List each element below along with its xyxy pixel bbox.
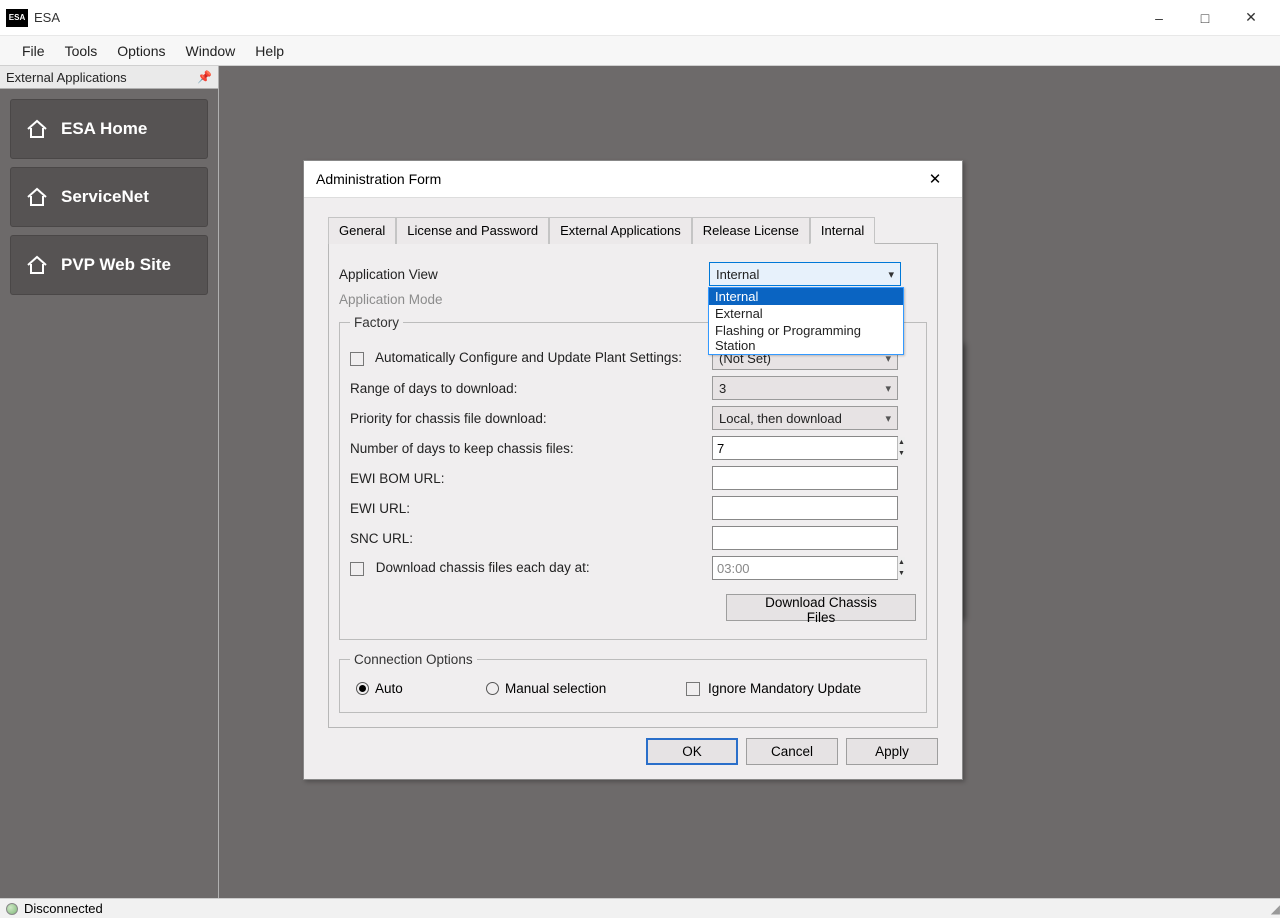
factory-legend: Factory: [350, 315, 403, 330]
keep-days-input[interactable]: [713, 441, 897, 456]
range-days-value: 3: [719, 381, 726, 396]
auto-radio[interactable]: [356, 682, 369, 695]
application-view-value: Internal: [716, 267, 759, 282]
ewi-url-label: EWI URL:: [350, 501, 712, 516]
spin-down-icon[interactable]: ▼: [898, 568, 905, 579]
spin-up-icon[interactable]: ▲: [898, 437, 905, 448]
ewi-bom-input[interactable]: [712, 466, 898, 490]
menu-help[interactable]: Help: [245, 36, 294, 66]
tab-strip: General License and Password External Ap…: [328, 216, 938, 244]
auto-configure-label: Automatically Configure and Update Plant…: [350, 350, 712, 365]
home-icon: [25, 118, 49, 140]
keep-days-spinner[interactable]: ▲▼: [712, 436, 898, 460]
spin-down-icon[interactable]: ▼: [898, 448, 905, 459]
panel-header: External Applications 📌: [0, 66, 218, 89]
menubar: File Tools Options Window Help: [0, 36, 1280, 66]
sidebar-item-label: ESA Home: [61, 119, 147, 139]
ignore-update-checkbox[interactable]: [686, 682, 700, 696]
ok-button[interactable]: OK: [646, 738, 738, 765]
sidebar-item-pvp-web-site[interactable]: PVP Web Site: [10, 235, 208, 295]
connection-options-fieldset: Connection Options Auto Manual selection: [339, 652, 927, 713]
menu-tools[interactable]: Tools: [55, 36, 108, 66]
auto-configure-checkbox[interactable]: [350, 352, 364, 366]
sidebar-item-label: PVP Web Site: [61, 255, 171, 275]
administration-form-dialog: Administration Form ✕ General License an…: [303, 160, 963, 780]
connection-options-legend: Connection Options: [350, 652, 477, 667]
tab-content-internal: Application View Internal ▾ Internal Ext…: [328, 244, 938, 728]
tab-license[interactable]: License and Password: [396, 217, 549, 244]
chevron-down-icon: ▾: [885, 382, 891, 395]
cancel-button[interactable]: Cancel: [746, 738, 838, 765]
menu-file[interactable]: File: [12, 36, 55, 66]
menu-window[interactable]: Window: [176, 36, 246, 66]
statusbar: Disconnected ◢: [0, 898, 1280, 918]
range-days-select[interactable]: 3 ▾: [712, 376, 898, 400]
snc-url-label: SNC URL:: [350, 531, 712, 546]
chevron-down-icon: ▾: [888, 268, 894, 281]
priority-label: Priority for chassis file download:: [350, 411, 712, 426]
download-each-text: Download chassis files each day at:: [376, 560, 590, 575]
home-icon: [25, 254, 49, 276]
factory-fieldset: Factory Automatically Configure and Upda…: [339, 315, 927, 640]
apply-button[interactable]: Apply: [846, 738, 938, 765]
minimize-button[interactable]: –: [1136, 2, 1182, 34]
auto-radio-label: Auto: [375, 681, 403, 696]
priority-value: Local, then download: [719, 411, 842, 426]
menu-options[interactable]: Options: [107, 36, 175, 66]
close-button[interactable]: ✕: [1228, 2, 1274, 34]
range-days-label: Range of days to download:: [350, 381, 712, 396]
auto-configure-text: Automatically Configure and Update Plant…: [375, 350, 682, 365]
sidebar-panel: External Applications 📌 ESA Home Service…: [0, 66, 219, 898]
tab-release[interactable]: Release License: [692, 217, 810, 244]
tab-external[interactable]: External Applications: [549, 217, 692, 244]
app-title: ESA: [34, 10, 60, 25]
keep-days-label: Number of days to keep chassis files:: [350, 441, 712, 456]
dialog-title: Administration Form: [316, 171, 441, 187]
status-text: Disconnected: [24, 901, 103, 916]
manual-radio-label: Manual selection: [505, 681, 606, 696]
download-chassis-files-button[interactable]: Download Chassis Files: [726, 594, 916, 621]
download-time-spinner[interactable]: ▲▼: [712, 556, 898, 580]
application-view-dropdown[interactable]: Internal ▾ Internal External Flashing or…: [709, 262, 901, 286]
sidebar-item-label: ServiceNet: [61, 187, 149, 207]
app-logo-icon: ESA: [6, 9, 28, 27]
sidebar-item-servicenet[interactable]: ServiceNet: [10, 167, 208, 227]
download-each-label: Download chassis files each day at:: [350, 560, 712, 575]
ewi-bom-label: EWI BOM URL:: [350, 471, 712, 486]
ignore-update-label: Ignore Mandatory Update: [708, 681, 861, 696]
status-indicator-icon: [6, 903, 18, 915]
dropdown-option-flashing[interactable]: Flashing or Programming Station: [709, 322, 903, 354]
resize-grip-icon[interactable]: ◢: [1271, 902, 1278, 916]
snc-url-input[interactable]: [712, 526, 898, 550]
dropdown-option-internal[interactable]: Internal: [709, 288, 903, 305]
pin-icon[interactable]: 📌: [197, 70, 212, 84]
sidebar-item-esa-home[interactable]: ESA Home: [10, 99, 208, 159]
dialog-titlebar: Administration Form ✕: [304, 161, 962, 198]
tab-internal[interactable]: Internal: [810, 217, 875, 244]
home-icon: [25, 186, 49, 208]
download-each-checkbox[interactable]: [350, 562, 364, 576]
tab-general[interactable]: General: [328, 217, 396, 244]
maximize-button[interactable]: □: [1182, 2, 1228, 34]
priority-select[interactable]: Local, then download ▾: [712, 406, 898, 430]
ewi-url-input[interactable]: [712, 496, 898, 520]
panel-title: External Applications: [6, 70, 127, 85]
dialog-close-button[interactable]: ✕: [920, 164, 950, 194]
application-view-dropdown-list: Internal External Flashing or Programmin…: [708, 287, 904, 355]
application-mode-label: Application Mode: [339, 292, 709, 307]
spin-up-icon[interactable]: ▲: [898, 557, 905, 568]
manual-radio[interactable]: [486, 682, 499, 695]
download-time-input[interactable]: [713, 561, 897, 576]
chevron-down-icon: ▾: [885, 412, 891, 425]
titlebar: ESA ESA – □ ✕: [0, 0, 1280, 36]
dropdown-option-external[interactable]: External: [709, 305, 903, 322]
application-view-label: Application View: [339, 267, 709, 282]
mdi-area: yst Administration Form ✕ General Licens…: [219, 66, 1280, 898]
